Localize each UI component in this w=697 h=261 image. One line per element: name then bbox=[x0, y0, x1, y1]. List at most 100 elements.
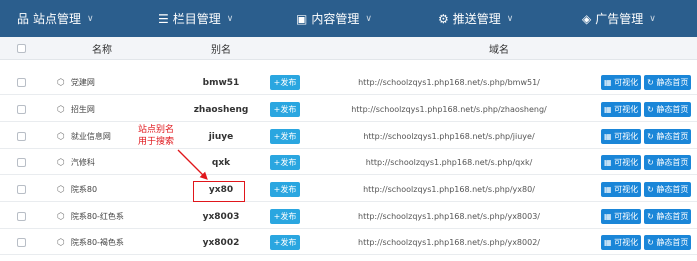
row-checkbox[interactable] bbox=[16, 212, 26, 221]
header-alias: 别名 bbox=[211, 45, 231, 56]
site-name-cell: ⬡ 汽修科 bbox=[57, 150, 177, 175]
nav-site-management[interactable]: 品 站点管理 ∨ bbox=[17, 0, 94, 37]
refresh-icon: ↻ bbox=[647, 158, 657, 167]
site-name: 院系80 bbox=[70, 185, 98, 194]
visualize-label: 可视化 bbox=[614, 132, 639, 141]
annotation-line-2: 用于搜索 bbox=[138, 137, 175, 147]
publish-button[interactable]: +发布 bbox=[269, 155, 301, 170]
table-row: ⬡ 招生网 zhaosheng +发布 http://schoolzqys1.php16… bbox=[0, 97, 697, 122]
visualize-button[interactable]: ▦ 可视化 bbox=[601, 129, 642, 144]
site-name: 招生网 bbox=[70, 105, 95, 114]
static-home-button[interactable]: ↻ 静态首页 bbox=[644, 209, 692, 224]
static-home-label: 静态首页 bbox=[656, 132, 689, 141]
nav-label: 内容管理 bbox=[311, 12, 360, 26]
publish-button[interactable]: +发布 bbox=[269, 75, 301, 90]
site-url[interactable]: http://schoolzqys1.php168.net/s.php/bmw5… bbox=[304, 70, 594, 95]
static-home-button[interactable]: ↻ 静态首页 bbox=[644, 182, 692, 197]
site-name-cell: ⬡ 院系80-褐色系 bbox=[57, 230, 177, 255]
publish-cell: +发布 bbox=[269, 177, 301, 202]
chevron-down-icon: ∨ bbox=[226, 13, 234, 24]
publish-cell: +发布 bbox=[269, 124, 301, 149]
static-home-button[interactable]: ↻ 静态首页 bbox=[644, 155, 692, 170]
nav-ad-management[interactable]: ◈ 广告管理 ∨ bbox=[582, 0, 656, 37]
publish-button[interactable]: +发布 bbox=[269, 129, 301, 144]
table-header: 名称 别名 域名 bbox=[0, 37, 697, 60]
row-checkbox[interactable] bbox=[16, 238, 26, 247]
nav-label: 站点管理 bbox=[33, 12, 82, 26]
row-checkbox[interactable] bbox=[16, 78, 26, 87]
publish-cell: +发布 bbox=[269, 97, 301, 122]
site-url[interactable]: http://schoolzqys1.php168.net/s.php/zhao… bbox=[304, 97, 594, 122]
top-navigation: 品 站点管理 ∨ ☰ 栏目管理 ∨ ▣ 内容管理 ∨ ⚙ 推送管理 ∨ ◈ 广告… bbox=[0, 0, 697, 37]
visualize-button[interactable]: ▦ 可视化 bbox=[601, 102, 642, 117]
row-checkbox[interactable] bbox=[16, 132, 26, 141]
cube-icon: ⬡ bbox=[57, 211, 65, 222]
refresh-icon: ↻ bbox=[647, 238, 657, 247]
site-alias: zhaosheng bbox=[193, 104, 249, 115]
static-home-label: 静态首页 bbox=[656, 158, 689, 167]
site-name-cell: ⬡ 院系80 bbox=[57, 177, 177, 202]
site-url[interactable]: http://schoolzqys1.php168.net/s.php/yx80… bbox=[304, 177, 594, 202]
refresh-icon: ↻ bbox=[647, 132, 657, 141]
row-select-cell bbox=[14, 150, 28, 175]
highlight-box bbox=[193, 181, 245, 202]
row-checkbox[interactable] bbox=[16, 185, 26, 194]
actions-cell: ▦ 可视化 ↻ 静态首页 bbox=[601, 204, 697, 229]
refresh-icon: ↻ bbox=[647, 105, 657, 114]
publish-cell: +发布 bbox=[269, 230, 301, 255]
chevron-down-icon: ∨ bbox=[649, 13, 656, 24]
nav-content-management[interactable]: ▣ 内容管理 ∨ bbox=[296, 0, 372, 37]
publish-button[interactable]: +发布 bbox=[269, 209, 301, 224]
site-url[interactable]: http://schoolzqys1.php168.net/s.php/qxk/ bbox=[304, 150, 594, 175]
grid-icon: ▦ bbox=[604, 238, 615, 247]
site-url[interactable]: http://schoolzqys1.php168.net/s.php/jiuy… bbox=[304, 124, 594, 149]
site-alias: qxk bbox=[211, 157, 231, 168]
actions-cell: ▦ 可视化 ↻ 静态首页 bbox=[601, 150, 697, 175]
refresh-icon: ↻ bbox=[647, 185, 657, 194]
push-icon: ⚙ bbox=[438, 11, 449, 26]
visualize-label: 可视化 bbox=[614, 78, 639, 87]
static-home-label: 静态首页 bbox=[656, 78, 689, 87]
table-row: ⬡ 汽修科 qxk +发布 http://schoolzqys1.php168.net/… bbox=[0, 150, 697, 175]
static-home-button[interactable]: ↻ 静态首页 bbox=[644, 129, 692, 144]
cube-icon: ⬡ bbox=[57, 184, 65, 195]
row-select-cell bbox=[14, 230, 28, 255]
row-checkbox[interactable] bbox=[16, 158, 26, 167]
visualize-button[interactable]: ▦ 可视化 bbox=[601, 209, 642, 224]
visualize-button[interactable]: ▦ 可视化 bbox=[601, 235, 642, 250]
select-all-checkbox[interactable] bbox=[16, 44, 26, 53]
static-home-label: 静态首页 bbox=[656, 185, 689, 194]
row-checkbox[interactable] bbox=[16, 105, 26, 114]
row-select-cell bbox=[14, 70, 28, 95]
table-row: ⬡ 党建网 bmw51 +发布 http://schoolzqys1.php168.ne… bbox=[0, 70, 697, 95]
nav-push-management[interactable]: ⚙ 推送管理 ∨ bbox=[438, 0, 513, 37]
grid-icon: ▦ bbox=[604, 78, 615, 87]
visualize-button[interactable]: ▦ 可视化 bbox=[601, 155, 642, 170]
publish-button[interactable]: +发布 bbox=[269, 182, 301, 197]
site-url[interactable]: http://schoolzqys1.php168.net/s.php/yx80… bbox=[304, 204, 594, 229]
site-url[interactable]: http://schoolzqys1.php168.net/s.php/yx80… bbox=[304, 230, 594, 255]
cube-icon: ⬡ bbox=[57, 157, 65, 168]
nav-column-management[interactable]: ☰ 栏目管理 ∨ bbox=[158, 0, 233, 37]
row-select-cell bbox=[14, 97, 28, 122]
static-home-button[interactable]: ↻ 静态首页 bbox=[644, 75, 692, 90]
publish-button[interactable]: +发布 bbox=[269, 102, 301, 117]
table-row: ⬡ 就业信息网 jiuye +发布 http://schoolzqys1.php168.… bbox=[0, 124, 697, 149]
visualize-button[interactable]: ▦ 可视化 bbox=[601, 182, 642, 197]
publish-button[interactable]: +发布 bbox=[269, 235, 301, 250]
table-row: ⬡ 院系80-红色系 yx8003 +发布 http://schoolzqys1.php… bbox=[0, 204, 697, 229]
static-home-label: 静态首页 bbox=[656, 105, 689, 114]
list-icon: ☰ bbox=[158, 11, 169, 26]
grid-icon: ▦ bbox=[604, 212, 615, 221]
publish-cell: +发布 bbox=[269, 70, 301, 95]
cube-icon: ⬡ bbox=[57, 104, 65, 115]
visualize-button[interactable]: ▦ 可视化 bbox=[601, 75, 642, 90]
actions-cell: ▦ 可视化 ↻ 静态首页 bbox=[601, 97, 697, 122]
visualize-label: 可视化 bbox=[614, 158, 639, 167]
annotation-line-1: 站点别名 bbox=[138, 125, 175, 135]
cube-icon: ⬡ bbox=[57, 77, 65, 88]
static-home-button[interactable]: ↻ 静态首页 bbox=[644, 102, 692, 117]
static-home-button[interactable]: ↻ 静态首页 bbox=[644, 235, 692, 250]
table-row: ⬡ 院系80 yx80 +发布 http://schoolzqys1.php168.ne… bbox=[0, 177, 697, 202]
chevron-down-icon: ∨ bbox=[87, 13, 94, 24]
